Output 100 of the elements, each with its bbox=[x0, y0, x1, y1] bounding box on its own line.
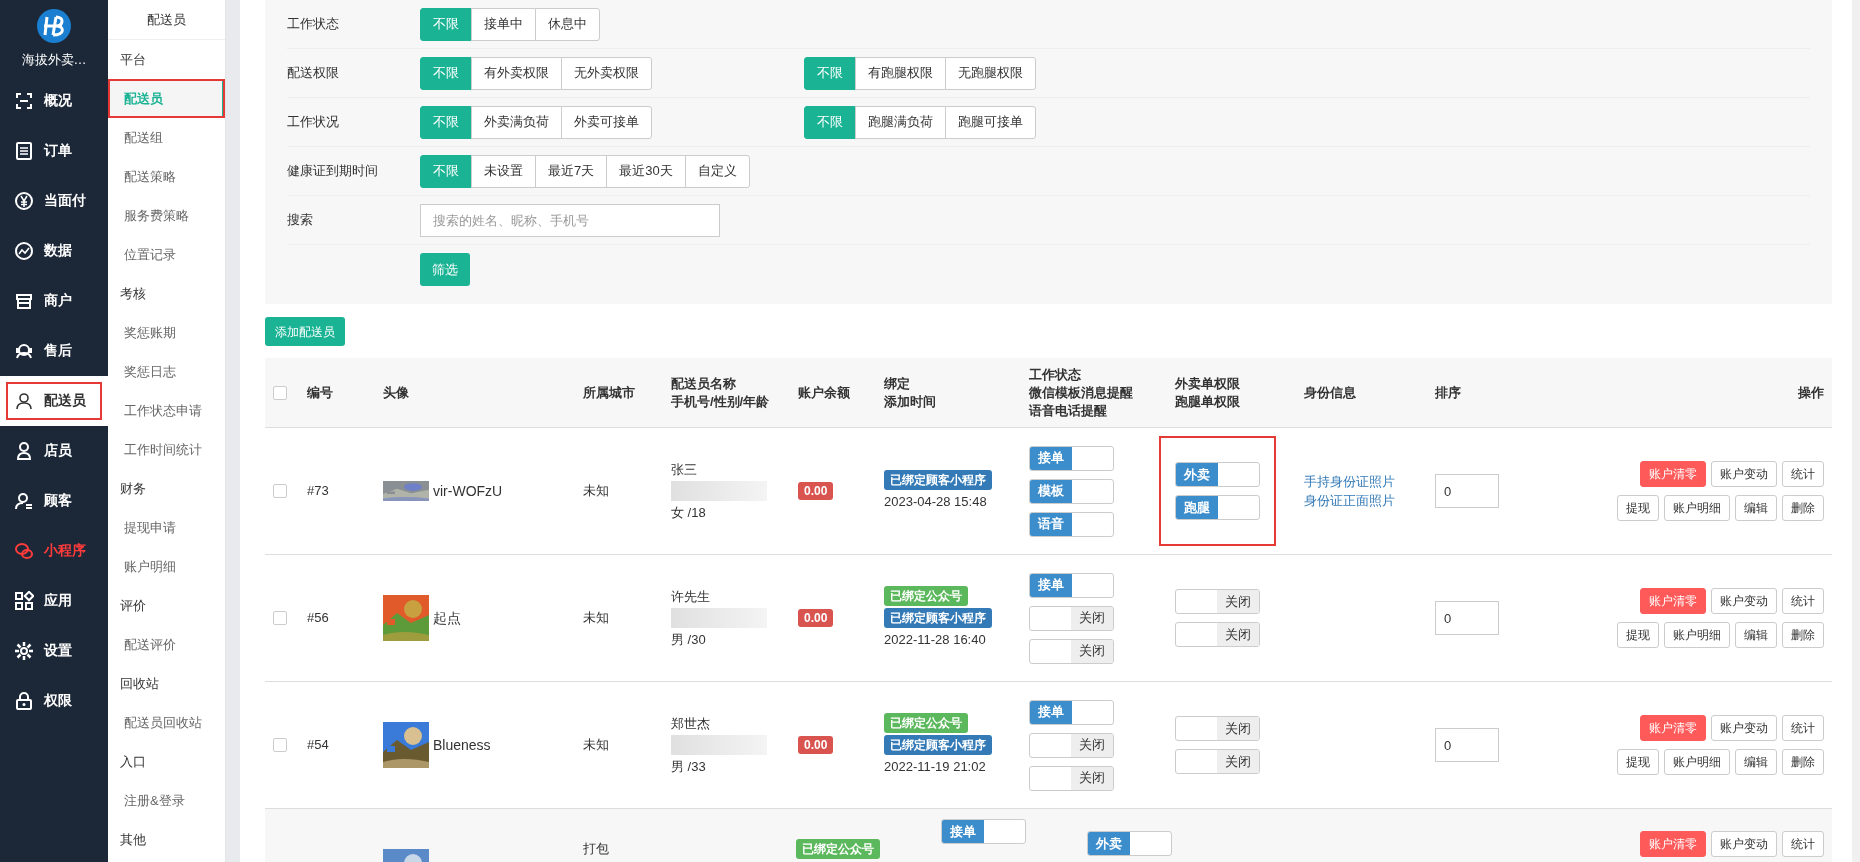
subnav-item[interactable]: 注册&登录 bbox=[108, 781, 225, 820]
column-header: 操作 bbox=[1797, 383, 1825, 402]
nav-item[interactable]: 配送员 bbox=[0, 375, 108, 426]
toggle-switch[interactable]: 外卖 bbox=[1087, 831, 1172, 856]
status-tag: 已绑定顾客小程序 bbox=[884, 608, 992, 629]
sort-field[interactable]: 0 bbox=[1435, 728, 1499, 762]
table-cell: 未知 bbox=[583, 737, 609, 753]
filter-option[interactable]: 无跑腿权限 bbox=[945, 56, 1036, 90]
action-button[interactable]: 账户明细 bbox=[1664, 495, 1730, 521]
subnav-item[interactable]: 服务费策略 bbox=[108, 196, 225, 235]
nav-item[interactable]: 权限 bbox=[0, 675, 108, 726]
subnav-item[interactable]: 账户明细 bbox=[108, 547, 225, 586]
nav-item[interactable]: 数据 bbox=[0, 225, 108, 276]
toggle-switch[interactable]: 关闭 bbox=[1175, 716, 1260, 741]
filter-option[interactable]: 最近7天 bbox=[535, 154, 608, 188]
nav-item[interactable]: 设置 bbox=[0, 625, 108, 676]
filter-option[interactable]: 休息中 bbox=[535, 7, 600, 41]
nav-item[interactable]: 店员 bbox=[0, 425, 108, 476]
filter-option[interactable]: 跑腿可接单 bbox=[945, 105, 1036, 139]
filter-option[interactable]: 接单中 bbox=[471, 7, 536, 41]
action-button[interactable]: 删除 bbox=[1782, 749, 1824, 775]
filter-option[interactable]: 外卖满负荷 bbox=[471, 105, 562, 139]
toggle-switch[interactable]: 关闭 bbox=[1029, 732, 1114, 758]
subnav-item[interactable]: 配送员回收站 bbox=[108, 703, 225, 742]
subnav-item[interactable]: 配送组 bbox=[108, 118, 225, 157]
toggle-switch[interactable]: 关闭 bbox=[1029, 638, 1114, 664]
toggle-switch[interactable]: 外卖 bbox=[1175, 462, 1260, 487]
subnav-item[interactable]: 配送策略 bbox=[108, 157, 225, 196]
nav-item[interactable]: 概况 bbox=[0, 75, 108, 126]
nav-item[interactable]: 当面付 bbox=[0, 175, 108, 226]
toggle-switch[interactable]: 语音 bbox=[1029, 511, 1114, 537]
action-button[interactable]: 账户变动 bbox=[1711, 715, 1777, 741]
toggle-switch[interactable]: 跑腿 bbox=[1175, 495, 1260, 520]
search-field[interactable]: 搜索的姓名、昵称、手机号 bbox=[420, 203, 720, 237]
action-button[interactable]: 账户变动 bbox=[1711, 588, 1777, 614]
nav-item[interactable]: 订单 bbox=[0, 125, 108, 176]
toggle-switch[interactable]: 关闭 bbox=[1175, 749, 1260, 774]
action-button[interactable]: 编辑 bbox=[1735, 749, 1777, 775]
sort-field[interactable]: 0 bbox=[1435, 601, 1499, 635]
nav-item[interactable]: 应用 bbox=[0, 575, 108, 626]
filter-option[interactable]: 跑腿满负荷 bbox=[855, 105, 946, 139]
action-button[interactable]: 统计 bbox=[1782, 588, 1824, 614]
action-button[interactable]: 删除 bbox=[1782, 495, 1824, 521]
toggle-switch[interactable]: 模板 bbox=[1029, 478, 1114, 504]
subnav-item[interactable]: 奖惩日志 bbox=[108, 352, 225, 391]
subnav-item[interactable]: 工作时间统计 bbox=[108, 430, 225, 469]
action-button[interactable]: 账户明细 bbox=[1664, 622, 1730, 648]
column-header: 账户余额 bbox=[798, 383, 851, 402]
action-button[interactable]: 编辑 bbox=[1735, 622, 1777, 648]
id-photo-link[interactable]: 身份证正面照片 bbox=[1304, 491, 1395, 511]
toggle-switch[interactable]: 关闭 bbox=[1029, 765, 1114, 791]
toggle-switch[interactable]: 关闭 bbox=[1029, 605, 1114, 631]
subnav-item[interactable]: 提现申请 bbox=[108, 508, 225, 547]
action-button[interactable]: 账户变动 bbox=[1711, 461, 1777, 487]
filter-option[interactable]: 有跑腿权限 bbox=[855, 56, 946, 90]
action-button[interactable]: 统计 bbox=[1782, 831, 1824, 857]
action-button[interactable]: 统计 bbox=[1782, 715, 1824, 741]
toggle-switch[interactable]: 关闭 bbox=[1175, 589, 1260, 614]
action-button[interactable]: 提现 bbox=[1617, 495, 1659, 521]
action-button[interactable]: 账户变动 bbox=[1711, 831, 1777, 857]
id-photo-link[interactable]: 手持身份证照片 bbox=[1304, 471, 1395, 491]
column-header: 配送员名称 手机号/性别/年龄 bbox=[671, 374, 771, 411]
action-button[interactable]: 账户明细 bbox=[1664, 749, 1730, 775]
balance-badge: 0.00 bbox=[798, 736, 834, 755]
nav-item[interactable]: 售后 bbox=[0, 325, 108, 376]
filter-label: 工作状况 bbox=[287, 114, 339, 130]
subnav-item[interactable]: 奖惩账期 bbox=[108, 313, 225, 352]
toggle-switch[interactable]: 接单 bbox=[1029, 445, 1114, 471]
toggle-switch[interactable]: 接单 bbox=[1029, 572, 1114, 598]
filter-option[interactable]: 有外卖权限 bbox=[471, 56, 562, 90]
filter-option[interactable]: 最近30天 bbox=[606, 154, 686, 188]
filter-option[interactable]: 自定义 bbox=[684, 154, 750, 188]
action-button[interactable]: 提现 bbox=[1617, 749, 1659, 775]
nav-item[interactable]: 顾客 bbox=[0, 475, 108, 526]
nav-item[interactable]: 小程序 bbox=[0, 525, 108, 576]
table-cell: #73 bbox=[307, 483, 329, 499]
filter-option[interactable]: 无外卖权限 bbox=[561, 56, 652, 90]
action-button[interactable]: 编辑 bbox=[1735, 495, 1777, 521]
checkbox[interactable] bbox=[273, 484, 287, 498]
filter-label: 健康证到期时间 bbox=[287, 163, 378, 179]
checkbox[interactable] bbox=[273, 738, 287, 752]
action-button[interactable]: 统计 bbox=[1782, 461, 1824, 487]
action-button[interactable]: 提现 bbox=[1617, 622, 1659, 648]
checkbox[interactable] bbox=[273, 611, 287, 625]
toggle-switch[interactable]: 接单 bbox=[1029, 699, 1114, 725]
column-header: 外卖单权限 跑腿单权限 bbox=[1175, 374, 1241, 411]
toggle-switch[interactable]: 关闭 bbox=[1175, 622, 1260, 647]
checkbox[interactable] bbox=[273, 385, 287, 400]
filter-option[interactable]: 未设置 bbox=[471, 154, 536, 188]
table-cell-text: 男 /33 bbox=[671, 758, 706, 776]
filter-option[interactable]: 外卖可接单 bbox=[561, 105, 652, 139]
subnav-item[interactable]: 位置记录 bbox=[108, 235, 225, 274]
subnav-item[interactable]: 配送评价 bbox=[108, 625, 225, 664]
toggle-switch[interactable]: 接单 bbox=[941, 819, 1026, 844]
subnav-item[interactable]: 工作状态申请 bbox=[108, 391, 225, 430]
table-cell: #56 bbox=[307, 610, 329, 626]
sort-field[interactable]: 0 bbox=[1435, 474, 1499, 508]
action-button[interactable]: 删除 bbox=[1782, 622, 1824, 648]
status-tag: 已绑定顾客小程序 bbox=[884, 735, 992, 756]
nav-item[interactable]: 商户 bbox=[0, 275, 108, 326]
